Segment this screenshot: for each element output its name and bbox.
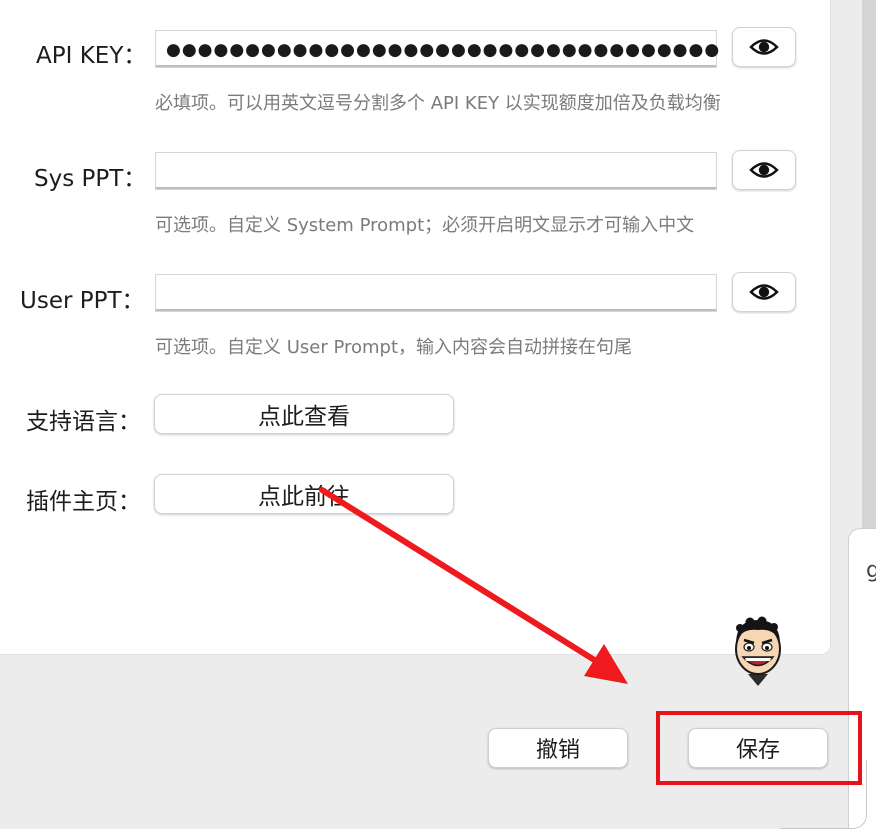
annotation-arrow [319,487,628,684]
cartoon-face-icon [735,616,781,686]
